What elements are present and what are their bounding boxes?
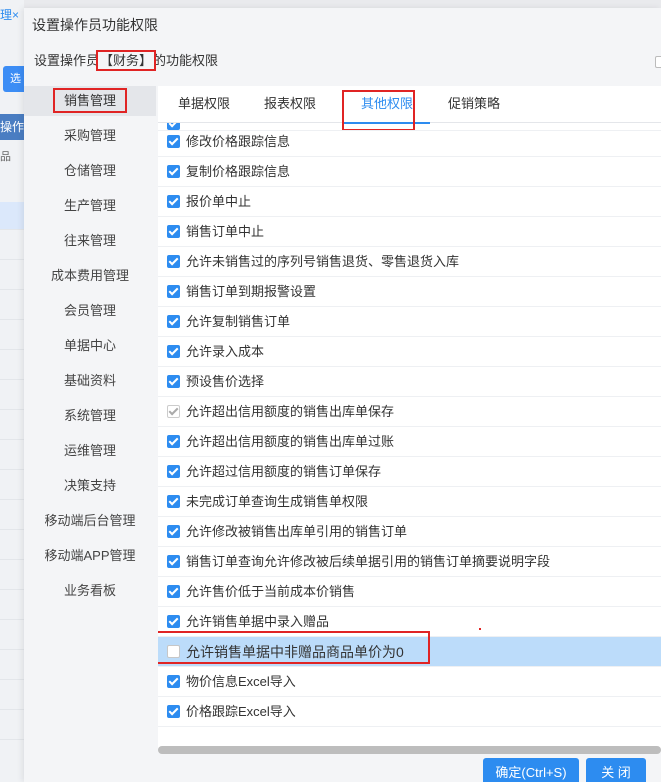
menu-item-system[interactable]: 系统管理 [24,401,156,431]
background-row[interactable] [0,322,24,350]
background-row[interactable] [0,382,24,410]
checkbox-checked[interactable] [167,555,180,568]
menu-item-production[interactable]: 生产管理 [24,191,156,221]
background-row[interactable] [0,532,24,560]
background-row[interactable] [0,592,24,620]
background-row[interactable] [0,202,24,230]
menu-item-ops[interactable]: 运维管理 [24,436,156,466]
menu-item-member[interactable]: 会员管理 [24,296,156,326]
permission-row[interactable]: 允许售价低于当前成本价销售 [158,577,661,607]
tab-promotion-strategy[interactable]: 促销策略 [438,86,510,123]
permission-row[interactable]: 预设售价选择 [158,367,661,397]
permission-row[interactable]: 允许销售单据中录入赠品 [158,607,661,637]
checkbox-checked[interactable] [167,495,180,508]
checkbox-checked[interactable] [167,435,180,448]
annotation-dot [479,628,481,630]
background-row[interactable] [0,232,24,260]
checkbox-checked[interactable] [167,615,180,628]
background-label: 品 [0,151,11,163]
background-row[interactable] [0,262,24,290]
background-row[interactable] [0,712,24,740]
permission-row[interactable]: 允许未销售过的序列号销售退货、零售退货入库 [158,247,661,277]
checkbox-checked[interactable] [167,255,180,268]
permission-row[interactable]: 未完成订单查询生成销售单权限 [158,487,661,517]
checkbox-unchecked[interactable] [167,645,180,658]
checkbox-checked[interactable] [167,225,180,238]
checkbox-checked[interactable] [167,375,180,388]
permission-row[interactable]: 允许录入成本 [158,337,661,367]
checkbox-checked[interactable] [167,165,180,178]
menu-item-documents[interactable]: 单据中心 [24,331,156,361]
background-row[interactable] [0,412,24,440]
background-row[interactable] [0,562,24,590]
background-row[interactable] [0,442,24,470]
permission-list: 修改价格跟踪信息 复制价格跟踪信息 报价单中止 销售订单中止 允许未销售过的序列… [158,123,661,743]
close-icon[interactable]: × [12,8,19,22]
checkbox-checked[interactable] [167,585,180,598]
checkbox-checked[interactable] [167,675,180,688]
checkbox-checked[interactable] [167,135,180,148]
permission-dialog: 设置操作员功能权限 设置操作员【财务】的功能权限 销售管理 采购管理 仓储管理 … [24,8,661,782]
permission-panel: 单据权限 报表权限 其他权限 促销策略 修改价格跟踪信息 复制价格跟踪信息 报价… [158,86,661,754]
background-table-header: 操作 [0,114,24,140]
confirm-button[interactable]: 确定(Ctrl+S) [483,758,579,782]
checkbox-checked[interactable] [167,465,180,478]
menu-item-basic-data[interactable]: 基础资料 [24,366,156,396]
checkbox-checked[interactable] [167,315,180,328]
background-row[interactable] [0,352,24,380]
checkbox-disabled [167,405,180,418]
menu-item-accounts[interactable]: 往来管理 [24,226,156,256]
operator-name: 【财务】 [96,50,157,71]
checkbox-checked[interactable] [167,525,180,538]
checkbox-checked[interactable] [167,345,180,358]
background-row[interactable] [0,622,24,650]
module-menu: 销售管理 采购管理 仓储管理 生产管理 往来管理 成本费用管理 会员管理 单据中… [24,86,156,754]
subtitle-prefix: 设置操作员 [34,53,100,68]
menu-item-dashboard[interactable]: 业务看板 [24,576,156,606]
background-row[interactable] [0,292,24,320]
menu-item-cost[interactable]: 成本费用管理 [24,261,156,291]
checkbox-checked[interactable] [167,195,180,208]
menu-item-mobile-app[interactable]: 移动端APP管理 [24,541,156,571]
background-row[interactable] [0,472,24,500]
subtitle-suffix: 的功能权限 [153,53,219,68]
background-app: 理× 选 操作 品 [0,0,24,782]
background-tab[interactable]: 理× [0,6,24,26]
background-row[interactable] [0,652,24,680]
tab-report-permissions[interactable]: 报表权限 [254,86,326,123]
menu-item-warehouse[interactable]: 仓储管理 [24,156,156,186]
menu-item-purchase[interactable]: 采购管理 [24,121,156,151]
permission-row-highlighted[interactable]: 允许销售单据中非赠品商品单价为0 [158,631,661,667]
permission-row[interactable]: 销售订单到期报警设置 [158,277,661,307]
permission-row[interactable]: 物价信息Excel导入 [158,667,661,697]
permission-row[interactable]: 复制价格跟踪信息 [158,157,661,187]
permission-row[interactable]: 销售订单查询允许修改被后续单据引用的销售订单摘要说明字段 [158,547,661,577]
permission-row[interactable]: 允许复制销售订单 [158,307,661,337]
permission-row[interactable]: 报价单中止 [158,187,661,217]
background-row[interactable] [0,682,24,710]
close-button[interactable]: 关 闭 [586,758,646,782]
menu-item-mobile-admin[interactable]: 移动端后台管理 [24,506,156,536]
permission-row[interactable]: 允许超过信用额度的销售订单保存 [158,457,661,487]
dialog-title: 设置操作员功能权限 [32,17,158,33]
checkbox-checked[interactable] [167,285,180,298]
permission-row[interactable]: 销售订单中止 [158,217,661,247]
select-all-checkbox[interactable] [655,56,661,68]
background-row[interactable] [0,502,24,530]
permission-row[interactable]: 修改价格跟踪信息 [158,127,661,157]
permission-row[interactable]: 允许超出信用额度的销售出库单过账 [158,427,661,457]
tab-document-permissions[interactable]: 单据权限 [168,86,240,123]
permission-row[interactable]: 允许超出信用额度的销售出库单保存 [158,397,661,427]
permission-tabs: 单据权限 报表权限 其他权限 促销策略 [158,86,661,131]
checkbox-checked[interactable] [167,705,180,718]
horizontal-scrollbar[interactable] [158,746,661,754]
menu-item-decision[interactable]: 决策支持 [24,471,156,501]
permission-row[interactable]: 价格跟踪Excel导入 [158,697,661,727]
background-button[interactable]: 选 [3,66,24,92]
dialog-subtitle: 设置操作员【财务】的功能权限 [34,50,219,71]
menu-item-sales[interactable]: 销售管理 [24,86,156,116]
permission-row[interactable]: 允许修改被销售出库单引用的销售订单 [158,517,661,547]
